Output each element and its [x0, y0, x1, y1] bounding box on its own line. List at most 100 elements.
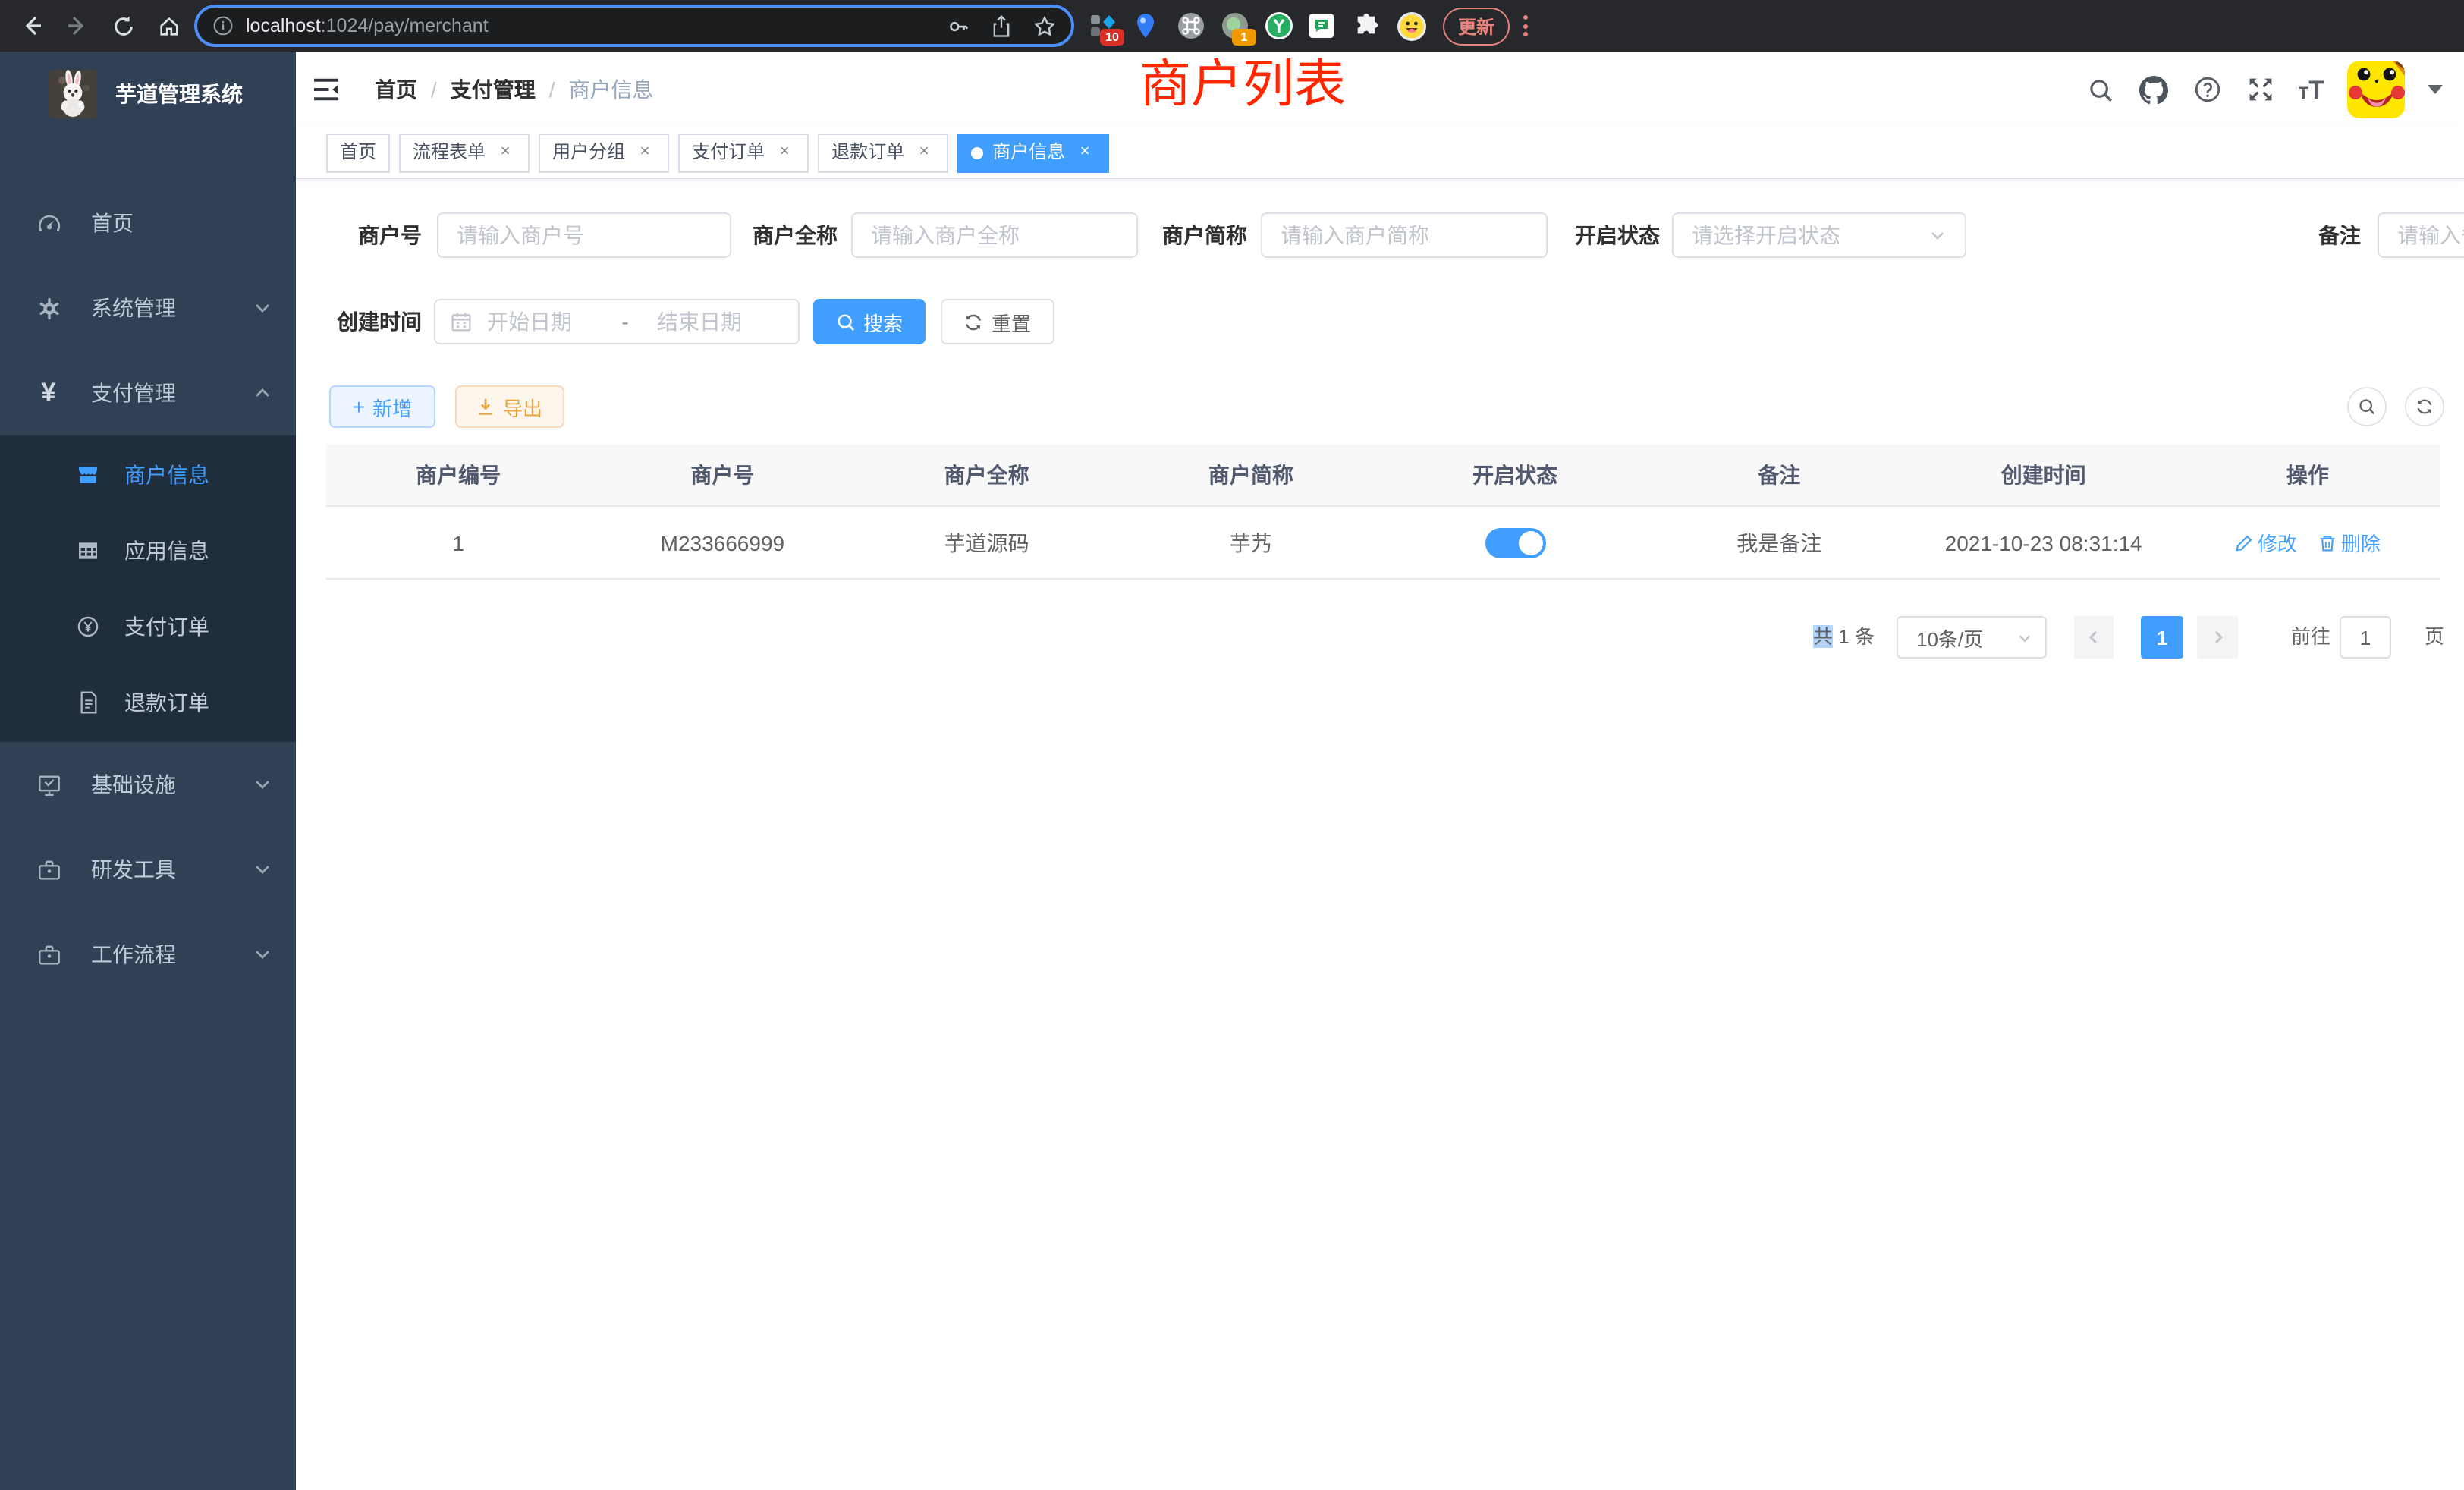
help-icon[interactable] — [2192, 74, 2223, 105]
date-range-input[interactable]: 开始日期 - 结束日期 — [434, 299, 800, 344]
col-header: 开启状态 — [1383, 460, 1647, 490]
tab-merchant-info[interactable]: 商户信息 — [957, 133, 1109, 172]
breadcrumb-pay[interactable]: 支付管理 — [451, 74, 536, 105]
tab-refund-order[interactable]: 退款订单 — [818, 133, 948, 172]
edit-link[interactable]: 修改 — [2235, 528, 2297, 557]
browser-forward-icon[interactable] — [58, 6, 97, 46]
refresh-button[interactable] — [2405, 387, 2444, 426]
extension-circle-icon[interactable]: 1 — [1221, 12, 1249, 39]
reset-button[interactable]: 重置 — [941, 299, 1054, 344]
table-header-row: 商户编号 商户号 商户全称 商户简称 开启状态 备注 创建时间 操作 — [326, 445, 2440, 507]
extensions-puzzle-icon[interactable] — [1353, 12, 1381, 39]
sidebar-item-label: 基础设施 — [91, 769, 253, 800]
sidebar-item-app-info[interactable]: 应用信息 — [0, 513, 296, 589]
add-button[interactable]: + 新增 — [329, 385, 435, 428]
tab-user-group[interactable]: 用户分组 — [539, 133, 669, 172]
close-icon[interactable] — [634, 142, 655, 163]
main-area: 商户列表 首页 / 支付管理 / 商户信息 — [296, 52, 2464, 1490]
sidebar-item-home[interactable]: 首页 — [0, 181, 296, 266]
browser-reload-icon[interactable] — [103, 6, 143, 46]
breadcrumb-separator: / — [549, 77, 555, 102]
briefcase-icon — [30, 941, 67, 967]
sidebar-item-label: 应用信息 — [124, 536, 209, 566]
plus-icon: + — [353, 396, 365, 417]
share-icon[interactable] — [991, 14, 1012, 37]
sidebar-item-system[interactable]: 系统管理 — [0, 266, 296, 350]
extension-grid-icon[interactable]: 10 — [1089, 12, 1117, 39]
chevron-down-icon — [2016, 629, 2033, 646]
next-page-button[interactable] — [2197, 616, 2238, 659]
search-icon[interactable] — [2086, 74, 2117, 105]
extension-pin-icon[interactable] — [1133, 12, 1161, 39]
cell-remark: 我是备注 — [1647, 527, 1911, 558]
filter-label-create-time: 创建时间 — [314, 299, 422, 344]
filter-label-full-name: 商户全称 — [728, 212, 838, 258]
page-number-1[interactable]: 1 — [2141, 616, 2183, 659]
top-navbar: 首页 / 支付管理 / 商户信息 — [296, 52, 2464, 127]
font-size-icon[interactable]: TT — [2299, 77, 2324, 102]
yen-circle-icon — [73, 615, 103, 639]
browser-chrome: localhost:1024/pay/merchant 10 — [0, 0, 2464, 52]
remark-input[interactable] — [2378, 212, 2464, 258]
chevron-down-icon — [253, 945, 272, 963]
bookmark-star-icon[interactable] — [1033, 14, 1056, 37]
delete-link[interactable]: 删除 — [2318, 528, 2381, 557]
sidebar: 芋道管理系统 首页 系统管理 ¥ 支付管理 — [0, 52, 296, 1490]
table-grid-icon — [73, 539, 103, 563]
col-header: 商户编号 — [326, 460, 590, 490]
logo-rabbit-image — [49, 70, 97, 118]
chrome-update-button[interactable]: 更新 — [1443, 7, 1510, 45]
app-logo[interactable]: 芋道管理系统 — [0, 52, 296, 137]
page-size-select[interactable]: 10条/页 — [1897, 616, 2047, 659]
tab-home[interactable]: 首页 — [326, 133, 390, 172]
export-button[interactable]: 导出 — [455, 385, 564, 428]
sidebar-collapse-icon[interactable] — [299, 52, 354, 127]
short-name-input[interactable] — [1261, 212, 1548, 258]
pay-submenu: 商户信息 应用信息 支付订单 — [0, 435, 296, 742]
extensions-row: 10 1 — [1089, 12, 1425, 39]
sidebar-item-infra[interactable]: 基础设施 — [0, 742, 296, 827]
fullscreen-icon[interactable] — [2246, 74, 2276, 105]
status-toggle[interactable] — [1485, 527, 1545, 558]
extension-command-icon[interactable] — [1177, 12, 1205, 39]
browser-home-icon[interactable] — [149, 6, 188, 46]
tab-pay-order[interactable]: 支付订单 — [678, 133, 809, 172]
full-name-input[interactable] — [851, 212, 1138, 258]
sidebar-item-pay-order[interactable]: 支付订单 — [0, 589, 296, 665]
goto-page-input[interactable] — [2340, 616, 2391, 659]
status-select[interactable]: 请选择开启状态 — [1672, 212, 1966, 258]
sidebar-item-merchant-info[interactable]: 商户信息 — [0, 437, 296, 513]
sidebar-item-refund-order[interactable]: 退款订单 — [0, 665, 296, 740]
chrome-menu-icon[interactable] — [1522, 15, 1528, 36]
github-icon[interactable] — [2139, 74, 2170, 105]
sidebar-item-workflow[interactable]: 工作流程 — [0, 912, 296, 997]
date-end-placeholder[interactable]: 结束日期 — [657, 306, 772, 337]
browser-back-icon[interactable] — [12, 6, 52, 46]
password-key-icon[interactable] — [947, 14, 970, 37]
close-icon[interactable] — [913, 142, 935, 163]
toggle-search-button[interactable] — [2347, 387, 2387, 426]
app-title: 芋道管理系统 — [115, 79, 243, 109]
url-bar[interactable]: localhost:1024/pay/merchant — [197, 8, 1071, 44]
avatar-caret-icon[interactable] — [2428, 85, 2443, 94]
search-button[interactable]: 搜索 — [813, 299, 926, 344]
user-avatar[interactable] — [2347, 61, 2405, 118]
tab-process-form[interactable]: 流程表单 — [399, 133, 530, 172]
sidebar-item-pay[interactable]: ¥ 支付管理 — [0, 350, 296, 435]
profile-emoji-icon[interactable] — [1397, 12, 1425, 39]
sidebar-item-devtools[interactable]: 研发工具 — [0, 827, 296, 912]
extension-chat-icon[interactable] — [1309, 12, 1337, 39]
date-start-placeholder[interactable]: 开始日期 — [487, 306, 602, 337]
close-icon[interactable] — [495, 142, 516, 163]
prev-page-button[interactable] — [2074, 616, 2114, 659]
page-unit-label: 页 — [2425, 616, 2444, 659]
monitor-check-icon — [30, 772, 67, 797]
extension-y-icon[interactable] — [1265, 12, 1293, 39]
breadcrumb: 首页 / 支付管理 / 商户信息 — [375, 74, 654, 105]
breadcrumb-home[interactable]: 首页 — [375, 74, 417, 105]
close-icon[interactable] — [1074, 142, 1095, 163]
site-info-icon[interactable] — [212, 15, 234, 36]
cell-merchant-no: M233666999 — [590, 530, 854, 555]
merchant-no-input[interactable] — [437, 212, 731, 258]
close-icon[interactable] — [774, 142, 795, 163]
